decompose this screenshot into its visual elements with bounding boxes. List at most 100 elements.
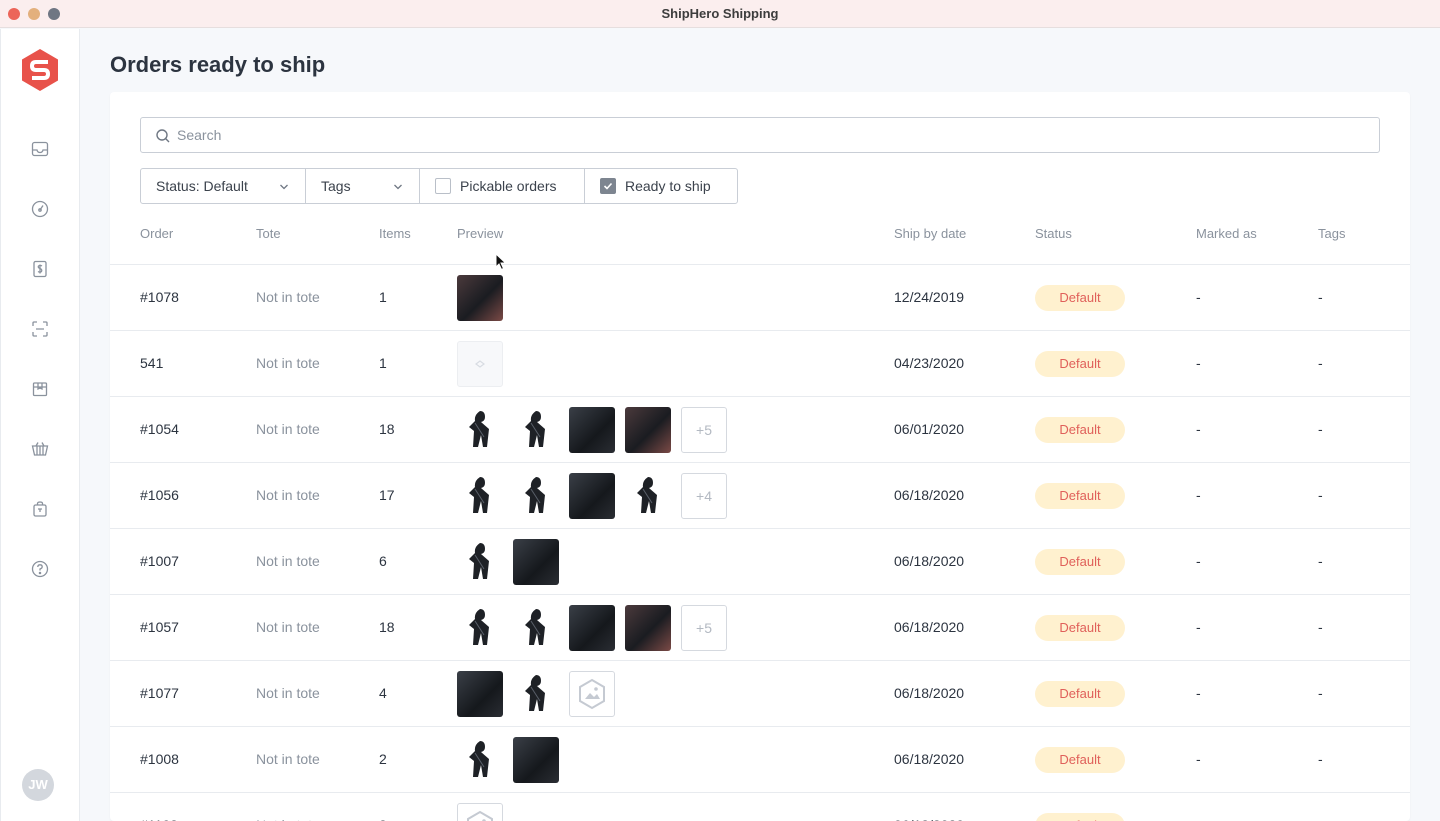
tags-cell: - bbox=[1318, 421, 1323, 437]
box-icon[interactable] bbox=[30, 379, 50, 399]
status-badge: Default bbox=[1035, 681, 1125, 707]
tags-filter-label: Tags bbox=[321, 178, 351, 194]
product-thumbnail[interactable] bbox=[457, 737, 503, 783]
marked-as-cell: - bbox=[1196, 421, 1201, 437]
help-icon[interactable] bbox=[30, 559, 50, 579]
filter-bar: Status: Default Tags Pickable orders Rea… bbox=[140, 168, 738, 204]
product-thumbnail[interactable] bbox=[457, 605, 503, 651]
table-row[interactable]: #1008 Not in tote 2 06/18/2020 Default - - bbox=[110, 726, 1410, 792]
product-thumbnail[interactable] bbox=[625, 605, 671, 651]
header-marked-as[interactable]: Marked as bbox=[1196, 226, 1257, 241]
window-title: ShipHero Shipping bbox=[661, 6, 779, 21]
status-badge: Default bbox=[1035, 285, 1125, 311]
header-ship-by-date[interactable]: Ship by date bbox=[894, 226, 966, 241]
sidebar: JW bbox=[0, 29, 80, 821]
product-thumbnail[interactable] bbox=[513, 737, 559, 783]
status-badge: Default bbox=[1035, 615, 1125, 641]
tote-cell: Not in tote bbox=[256, 817, 320, 821]
chevron-down-icon bbox=[394, 184, 402, 190]
order-number-link[interactable]: #1008 bbox=[140, 751, 179, 767]
product-thumbnail[interactable] bbox=[513, 407, 559, 453]
order-number-link[interactable]: #1057 bbox=[140, 619, 179, 635]
table-row[interactable]: #1056 Not in tote 17 +4 06/18/2020 Default - - bbox=[110, 462, 1410, 528]
order-number-link[interactable]: 541 bbox=[140, 355, 163, 371]
product-thumbnail[interactable] bbox=[457, 539, 503, 585]
tote-cell: Not in tote bbox=[256, 289, 320, 305]
more-items-button[interactable]: +5 bbox=[681, 407, 727, 453]
window-titlebar: ShipHero Shipping bbox=[0, 0, 1440, 28]
order-number-link[interactable]: #1078 bbox=[140, 289, 179, 305]
checkmark-icon bbox=[603, 182, 613, 190]
status-badge: Default bbox=[1035, 417, 1125, 443]
bag-icon[interactable] bbox=[30, 499, 50, 519]
product-thumbnail[interactable] bbox=[569, 407, 615, 453]
ship-by-date: 06/18/2020 bbox=[894, 685, 965, 701]
more-items-button[interactable]: +5 bbox=[681, 605, 727, 651]
table-row[interactable]: 541 Not in tote 1 04/23/2020 Default - - bbox=[110, 330, 1410, 396]
table-row[interactable]: #1078 Not in tote 1 12/24/2019 Default - - bbox=[110, 264, 1410, 330]
ship-by-date: 06/18/2020 bbox=[894, 619, 965, 635]
order-number-link[interactable]: #1077 bbox=[140, 685, 179, 701]
shiphero-logo[interactable] bbox=[21, 48, 59, 92]
scan-icon[interactable] bbox=[30, 319, 50, 339]
product-thumbnail[interactable] bbox=[625, 473, 671, 519]
items-count: 2 bbox=[379, 751, 387, 767]
header-tags[interactable]: Tags bbox=[1318, 226, 1345, 241]
orders-card: Status: Default Tags Pickable orders Rea… bbox=[110, 92, 1410, 821]
marked-as-cell: - bbox=[1196, 817, 1201, 821]
product-thumbnail[interactable] bbox=[513, 671, 559, 717]
product-thumbnail[interactable] bbox=[457, 671, 503, 717]
ship-by-date: 06/18/2020 bbox=[894, 553, 965, 569]
product-thumbnail[interactable] bbox=[513, 473, 559, 519]
product-thumbnail[interactable] bbox=[457, 803, 503, 821]
ready-to-ship-label: Ready to ship bbox=[625, 178, 711, 194]
status-filter-dropdown[interactable]: Status: Default bbox=[140, 168, 306, 204]
gauge-icon[interactable] bbox=[30, 199, 50, 219]
tote-cell: Not in tote bbox=[256, 685, 320, 701]
more-items-button[interactable]: +4 bbox=[681, 473, 727, 519]
order-number-link[interactable]: #1056 bbox=[140, 487, 179, 503]
header-order[interactable]: Order bbox=[140, 226, 173, 241]
tags-cell: - bbox=[1318, 487, 1323, 503]
header-tote[interactable]: Tote bbox=[256, 226, 281, 241]
user-avatar[interactable]: JW bbox=[22, 769, 54, 801]
search-input[interactable] bbox=[177, 118, 1367, 152]
basket-icon[interactable] bbox=[30, 439, 50, 459]
product-thumbnail[interactable] bbox=[569, 605, 615, 651]
order-number-link[interactable]: #1054 bbox=[140, 421, 179, 437]
ready-to-ship-filter[interactable]: Ready to ship bbox=[584, 168, 738, 204]
product-thumbnail[interactable] bbox=[569, 671, 615, 717]
table-row[interactable]: #1077 Not in tote 4 06/18/2020 Default - - bbox=[110, 660, 1410, 726]
dollar-receipt-icon[interactable] bbox=[30, 259, 50, 279]
marked-as-cell: - bbox=[1196, 685, 1201, 701]
order-number-link[interactable]: #1007 bbox=[140, 553, 179, 569]
product-thumbnail[interactable] bbox=[457, 473, 503, 519]
status-badge: Default bbox=[1035, 549, 1125, 575]
table-row[interactable]: #1007 Not in tote 6 06/18/2020 Default - - bbox=[110, 528, 1410, 594]
header-status[interactable]: Status bbox=[1035, 226, 1072, 241]
ready-to-ship-checkbox[interactable] bbox=[600, 178, 616, 194]
items-count: 6 bbox=[379, 553, 387, 569]
marked-as-cell: - bbox=[1196, 751, 1201, 767]
product-thumbnail[interactable] bbox=[457, 407, 503, 453]
status-filter-label: Status: Default bbox=[156, 178, 248, 194]
tote-cell: Not in tote bbox=[256, 751, 320, 767]
order-number-link[interactable]: #1108 bbox=[140, 817, 178, 821]
pickable-orders-checkbox[interactable] bbox=[435, 178, 451, 194]
product-thumbnail[interactable] bbox=[513, 539, 559, 585]
tags-cell: - bbox=[1318, 751, 1323, 767]
table-row[interactable]: #1108 Not in tote 2 06/18/2020 Default - - bbox=[110, 792, 1410, 821]
product-thumbnail[interactable] bbox=[457, 275, 503, 321]
header-items[interactable]: Items bbox=[379, 226, 411, 241]
table-row[interactable]: #1054 Not in tote 18 +5 06/01/2020 Default - - bbox=[110, 396, 1410, 462]
table-row[interactable]: #1057 Not in tote 18 +5 06/18/2020 Default - - bbox=[110, 594, 1410, 660]
product-thumbnail[interactable] bbox=[625, 407, 671, 453]
marked-as-cell: - bbox=[1196, 289, 1201, 305]
pickable-orders-filter[interactable]: Pickable orders bbox=[419, 168, 585, 204]
tags-filter-dropdown[interactable]: Tags bbox=[305, 168, 420, 204]
inbox-icon[interactable] bbox=[30, 139, 50, 159]
product-thumbnail[interactable] bbox=[513, 605, 559, 651]
product-thumbnail[interactable] bbox=[457, 341, 503, 387]
product-thumbnail[interactable] bbox=[569, 473, 615, 519]
tote-cell: Not in tote bbox=[256, 553, 320, 569]
